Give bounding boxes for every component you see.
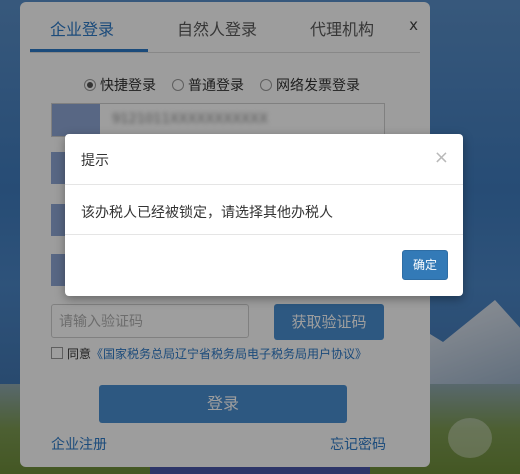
dialog-message: 该办税人已经被锁定，请选择其他办税人 [81,205,333,221]
alert-dialog: 提示 × 该办税人已经被锁定，请选择其他办税人 确定 [65,134,463,296]
dialog-header: 提示 × [65,134,463,185]
dialog-title: 提示 [81,153,109,169]
confirm-button[interactable]: 确定 [402,250,448,280]
close-icon[interactable]: × [434,147,449,168]
